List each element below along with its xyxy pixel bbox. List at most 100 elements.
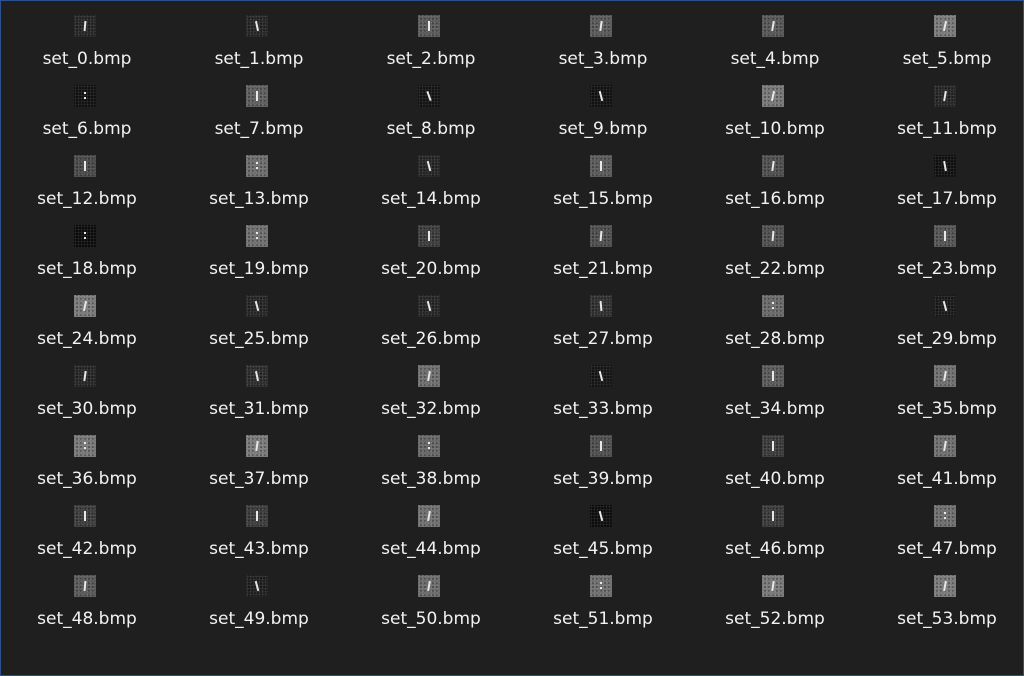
file-item[interactable]: set_14.bmp <box>345 154 517 224</box>
bmp-thumbnail-icon <box>74 155 96 177</box>
file-name-label: set_16.bmp <box>725 189 825 209</box>
file-name-label: set_53.bmp <box>897 609 997 629</box>
file-item[interactable]: set_8.bmp <box>345 84 517 154</box>
file-item[interactable]: set_33.bmp <box>517 364 689 434</box>
file-name-label: set_50.bmp <box>381 609 481 629</box>
bmp-thumbnail-icon <box>590 85 612 107</box>
file-name-label: set_17.bmp <box>897 189 997 209</box>
file-name-label: set_51.bmp <box>553 609 653 629</box>
bmp-thumbnail-icon <box>246 365 268 387</box>
file-item[interactable]: set_28.bmp <box>689 294 861 364</box>
file-item[interactable]: set_13.bmp <box>173 154 345 224</box>
file-item[interactable]: set_53.bmp <box>861 574 1023 644</box>
file-name-label: set_27.bmp <box>553 329 653 349</box>
bmp-thumbnail-icon <box>246 155 268 177</box>
file-name-label: set_25.bmp <box>209 329 309 349</box>
file-name-label: set_8.bmp <box>386 119 476 139</box>
file-name-label: set_37.bmp <box>209 469 309 489</box>
bmp-thumbnail-icon <box>762 225 784 247</box>
file-item[interactable]: set_17.bmp <box>861 154 1023 224</box>
file-item[interactable]: set_29.bmp <box>861 294 1023 364</box>
file-item[interactable]: set_26.bmp <box>345 294 517 364</box>
file-item[interactable]: set_41.bmp <box>861 434 1023 504</box>
file-item[interactable]: set_21.bmp <box>517 224 689 294</box>
file-item[interactable]: set_18.bmp <box>1 224 173 294</box>
file-item[interactable]: set_19.bmp <box>173 224 345 294</box>
file-item[interactable]: set_34.bmp <box>689 364 861 434</box>
file-name-label: set_33.bmp <box>553 399 653 419</box>
file-item[interactable]: set_42.bmp <box>1 504 173 574</box>
file-item[interactable]: set_49.bmp <box>173 574 345 644</box>
file-item[interactable]: set_38.bmp <box>345 434 517 504</box>
file-item[interactable]: set_47.bmp <box>861 504 1023 574</box>
file-name-label: set_43.bmp <box>209 539 309 559</box>
file-item[interactable]: set_31.bmp <box>173 364 345 434</box>
file-name-label: set_45.bmp <box>553 539 653 559</box>
file-name-label: set_39.bmp <box>553 469 653 489</box>
file-item[interactable]: set_30.bmp <box>1 364 173 434</box>
file-name-label: set_21.bmp <box>553 259 653 279</box>
file-name-label: set_15.bmp <box>553 189 653 209</box>
file-item[interactable]: set_39.bmp <box>517 434 689 504</box>
file-item[interactable]: set_48.bmp <box>1 574 173 644</box>
file-item[interactable]: set_43.bmp <box>173 504 345 574</box>
file-item[interactable]: set_52.bmp <box>689 574 861 644</box>
file-item[interactable]: set_7.bmp <box>173 84 345 154</box>
file-item[interactable]: set_20.bmp <box>345 224 517 294</box>
file-name-label: set_18.bmp <box>37 259 137 279</box>
file-item[interactable]: set_22.bmp <box>689 224 861 294</box>
file-name-label: set_13.bmp <box>209 189 309 209</box>
file-item[interactable]: set_3.bmp <box>517 14 689 84</box>
file-item[interactable]: set_6.bmp <box>1 84 173 154</box>
file-name-label: set_29.bmp <box>897 329 997 349</box>
bmp-thumbnail-icon <box>418 225 440 247</box>
file-item[interactable]: set_45.bmp <box>517 504 689 574</box>
file-item[interactable]: set_46.bmp <box>689 504 861 574</box>
file-item[interactable]: set_16.bmp <box>689 154 861 224</box>
bmp-thumbnail-icon <box>934 15 956 37</box>
file-item[interactable]: set_51.bmp <box>517 574 689 644</box>
file-name-label: set_0.bmp <box>42 49 132 69</box>
file-item[interactable]: set_11.bmp <box>861 84 1023 154</box>
file-name-label: set_14.bmp <box>381 189 481 209</box>
bmp-thumbnail-icon <box>762 85 784 107</box>
file-name-label: set_23.bmp <box>897 259 997 279</box>
file-item[interactable]: set_50.bmp <box>345 574 517 644</box>
file-item[interactable]: set_9.bmp <box>517 84 689 154</box>
file-item[interactable]: set_4.bmp <box>689 14 861 84</box>
file-item[interactable]: set_5.bmp <box>861 14 1023 84</box>
file-item[interactable]: set_35.bmp <box>861 364 1023 434</box>
file-item[interactable]: set_0.bmp <box>1 14 173 84</box>
file-item[interactable]: set_12.bmp <box>1 154 173 224</box>
file-explorer-window: set_0.bmp set_1.bmp set_2.bmp set_3.bmp … <box>0 0 1024 676</box>
bmp-thumbnail-icon <box>762 435 784 457</box>
file-item[interactable]: set_32.bmp <box>345 364 517 434</box>
bmp-thumbnail-icon <box>74 225 96 247</box>
file-item[interactable]: set_37.bmp <box>173 434 345 504</box>
file-name-label: set_48.bmp <box>37 609 137 629</box>
bmp-thumbnail-icon <box>590 505 612 527</box>
bmp-thumbnail-icon <box>246 85 268 107</box>
file-item[interactable]: set_27.bmp <box>517 294 689 364</box>
file-item[interactable]: set_44.bmp <box>345 504 517 574</box>
bmp-thumbnail-icon <box>246 505 268 527</box>
file-item[interactable]: set_40.bmp <box>689 434 861 504</box>
bmp-thumbnail-icon <box>74 365 96 387</box>
file-item[interactable]: set_24.bmp <box>1 294 173 364</box>
file-item[interactable]: set_25.bmp <box>173 294 345 364</box>
file-name-label: set_22.bmp <box>725 259 825 279</box>
file-item[interactable]: set_23.bmp <box>861 224 1023 294</box>
bmp-thumbnail-icon <box>590 225 612 247</box>
file-item[interactable]: set_15.bmp <box>517 154 689 224</box>
file-name-label: set_3.bmp <box>558 49 648 69</box>
bmp-thumbnail-icon <box>418 365 440 387</box>
file-item[interactable]: set_1.bmp <box>173 14 345 84</box>
file-item[interactable]: set_10.bmp <box>689 84 861 154</box>
bmp-thumbnail-icon <box>418 15 440 37</box>
file-item[interactable]: set_2.bmp <box>345 14 517 84</box>
file-item[interactable]: set_36.bmp <box>1 434 173 504</box>
bmp-thumbnail-icon <box>590 15 612 37</box>
file-name-label: set_47.bmp <box>897 539 997 559</box>
file-name-label: set_28.bmp <box>725 329 825 349</box>
bmp-thumbnail-icon <box>246 15 268 37</box>
